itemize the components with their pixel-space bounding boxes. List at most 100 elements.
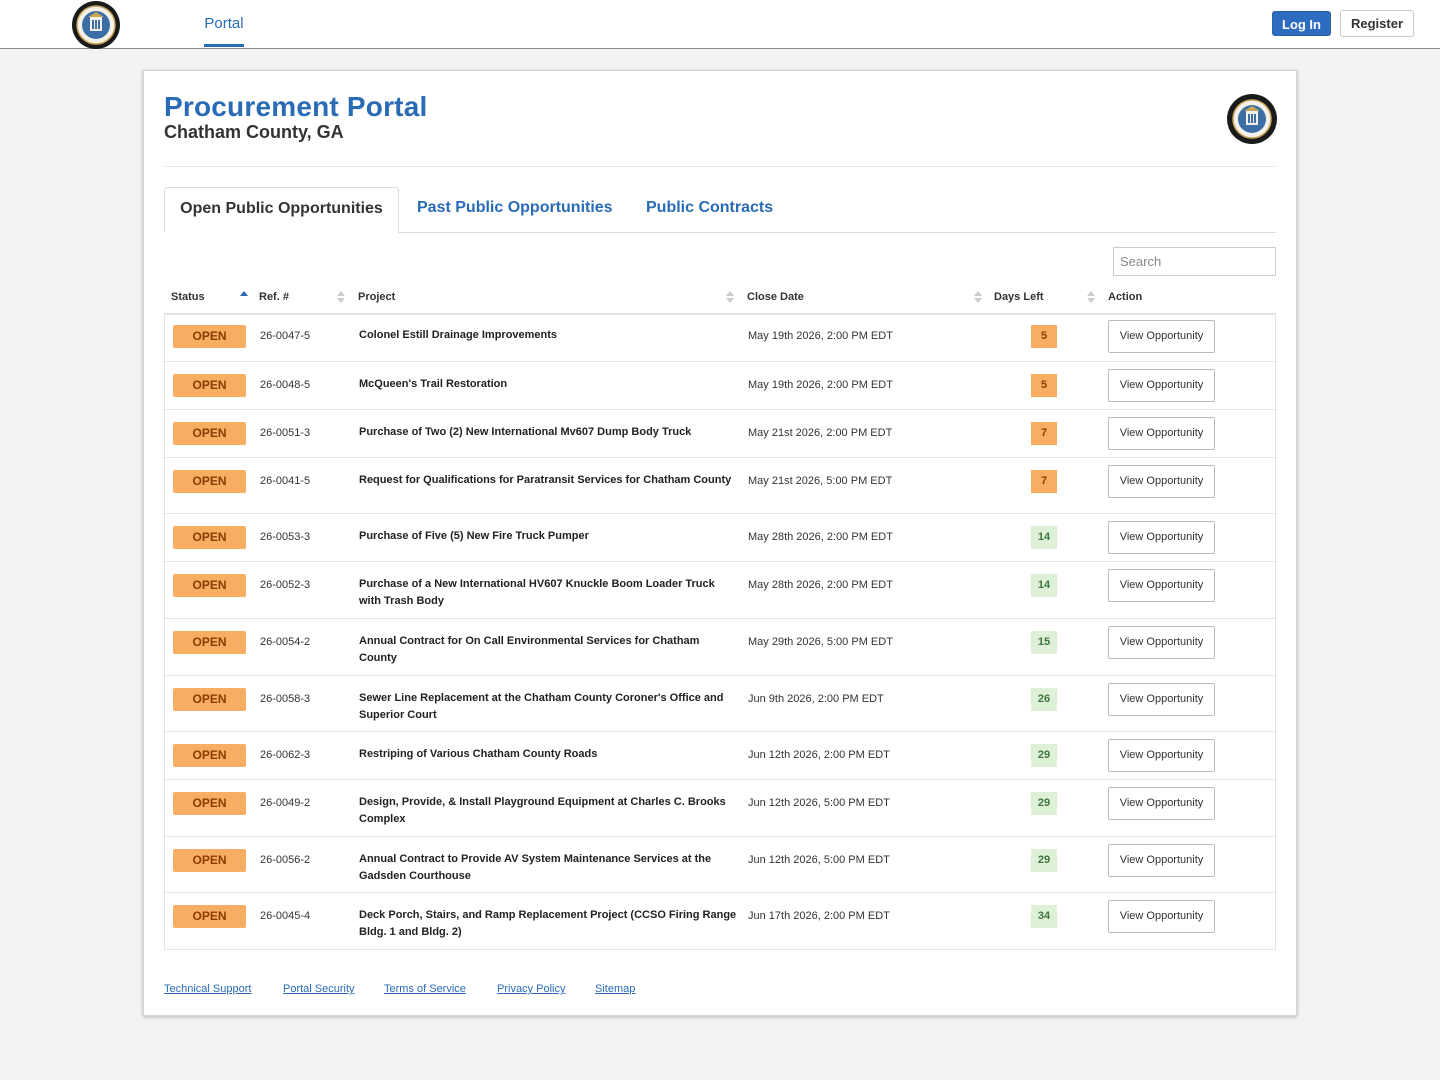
status-badge: OPEN [173, 574, 246, 597]
project-name: Design, Provide, & Install Playground Eq… [359, 796, 726, 825]
table-row: OPEN 26-0062-3 Restriping of Various Chath… [165, 731, 1275, 779]
footer-link-terms-of-service[interactable]: Terms of Service [384, 983, 466, 995]
project-name: Sewer Line Replacement at the Chatham Co… [359, 692, 724, 721]
login-button[interactable]: Log In [1272, 11, 1331, 36]
close-date: Jun 12th 2026, 2:00 PM EDT [748, 749, 890, 761]
column-header-ref[interactable]: Ref. # [259, 281, 289, 313]
sort-arrows-icon[interactable] [974, 291, 982, 303]
column-header-days-left[interactable]: Days Left [994, 281, 1044, 313]
close-date: May 21st 2026, 2:00 PM EDT [748, 427, 893, 439]
table-row: OPEN 26-0052-3 Purchase of a New Internati… [165, 561, 1275, 618]
footer-link-portal-security[interactable]: Portal Security [283, 983, 355, 995]
status-badge: OPEN [173, 526, 246, 549]
status-badge: OPEN [173, 470, 246, 493]
project-name: McQueen's Trail Restoration [359, 378, 508, 390]
project-name: Restriping of Various Chatham County Roa… [359, 748, 598, 760]
table-row: OPEN 26-0058-3 Sewer Line Replacement at t… [165, 675, 1275, 731]
project-name: Colonel Estill Drainage Improvements [359, 329, 558, 341]
page-title: Procurement Portal [164, 91, 428, 122]
table-header: Status Ref. # Project Close Date Days Le… [164, 281, 1276, 315]
close-date: May 21st 2026, 5:00 PM EDT [748, 475, 893, 487]
days-left-badge: 7 [1031, 470, 1057, 493]
project-name: Annual Contract for On Call Environmenta… [359, 635, 700, 664]
close-date: May 28th 2026, 2:00 PM EDT [748, 579, 893, 591]
opportunities-table-body: OPEN 26-0047-5 Colonel Estill Drainage Imp… [164, 313, 1276, 950]
sort-arrows-icon[interactable] [240, 291, 248, 303]
table-row: OPEN 26-0041-5 Request for Qualifications … [165, 457, 1275, 513]
days-left-badge: 5 [1031, 325, 1057, 348]
footer-link-technical-support[interactable]: Technical Support [164, 983, 251, 995]
view-opportunity-button[interactable]: View Opportunity [1108, 787, 1215, 820]
ref-number: 26-0053-3 [260, 531, 311, 543]
close-date: Jun 17th 2026, 2:00 PM EDT [748, 910, 890, 922]
column-header-project[interactable]: Project [358, 281, 395, 313]
ref-number: 26-0052-3 [260, 579, 311, 591]
close-date: Jun 12th 2026, 5:00 PM EDT [748, 854, 890, 866]
column-header-close-date[interactable]: Close Date [747, 281, 804, 313]
view-opportunity-button[interactable]: View Opportunity [1108, 626, 1215, 659]
ref-number: 26-0051-3 [260, 427, 311, 439]
status-badge: OPEN [173, 374, 246, 397]
days-left-badge: 7 [1031, 422, 1057, 445]
view-opportunity-button[interactable]: View Opportunity [1108, 320, 1215, 353]
ref-number: 26-0045-4 [260, 910, 311, 922]
tab-past-opportunities[interactable]: Past Public Opportunities [417, 187, 613, 232]
page-subtitle: Chatham County, GA [164, 122, 344, 142]
footer-link-sitemap[interactable]: Sitemap [595, 983, 635, 995]
table-row: OPEN 26-0048-5 McQueen's Trail Restoration… [165, 361, 1275, 409]
close-date: May 29th 2026, 5:00 PM EDT [748, 636, 893, 648]
table-row: OPEN 26-0045-4 Deck Porch, Stairs, and Ram… [165, 892, 1275, 949]
status-badge: OPEN [173, 744, 246, 767]
search-input[interactable] [1113, 247, 1276, 276]
ref-number: 26-0041-5 [260, 475, 311, 487]
tab-public-contracts[interactable]: Public Contracts [646, 187, 773, 232]
project-name: Request for Qualifications for Paratrans… [359, 474, 732, 486]
table-row: OPEN 26-0051-3 Purchase of Two (2) New Int… [165, 409, 1275, 457]
register-button[interactable]: Register [1340, 10, 1414, 37]
tab-open-opportunities[interactable]: Open Public Opportunities [164, 187, 399, 233]
project-name: Purchase of a New International HV607 Kn… [359, 578, 715, 607]
sort-arrows-icon[interactable] [1087, 291, 1095, 303]
ref-number: 26-0058-3 [260, 693, 311, 705]
ref-number: 26-0048-5 [260, 379, 311, 391]
project-name: Purchase of Two (2) New International Mv… [359, 426, 692, 438]
column-header-action: Action [1108, 291, 1143, 303]
view-opportunity-button[interactable]: View Opportunity [1108, 369, 1215, 402]
nav-tab-portal[interactable]: Portal [204, 0, 244, 48]
close-date: Jun 12th 2026, 5:00 PM EDT [748, 797, 890, 809]
view-opportunity-button[interactable]: View Opportunity [1108, 844, 1215, 877]
days-left-badge: 26 [1031, 688, 1057, 711]
view-opportunity-button[interactable]: View Opportunity [1108, 683, 1215, 716]
table-row: OPEN 26-0054-2 Annual Contract for On Call… [165, 618, 1275, 675]
days-left-badge: 29 [1031, 744, 1057, 767]
county-seal-icon [1227, 94, 1277, 144]
view-opportunity-button[interactable]: View Opportunity [1108, 521, 1215, 554]
ref-number: 26-0054-2 [260, 636, 311, 648]
view-opportunity-button[interactable]: View Opportunity [1108, 417, 1215, 450]
view-opportunity-button[interactable]: View Opportunity [1108, 900, 1215, 933]
days-left-badge: 29 [1031, 849, 1057, 872]
status-badge: OPEN [173, 325, 246, 348]
view-opportunity-button[interactable]: View Opportunity [1108, 569, 1215, 602]
sort-arrows-icon[interactable] [337, 291, 345, 303]
top-navbar: Portal Log In Register [0, 0, 1440, 49]
status-badge: OPEN [173, 792, 246, 815]
status-badge: OPEN [173, 849, 246, 872]
sort-arrows-icon[interactable] [726, 291, 734, 303]
opportunity-tabs: Open Public Opportunities Past Public Op… [164, 187, 1276, 233]
divider [164, 166, 1276, 167]
ref-number: 26-0047-5 [260, 330, 311, 342]
column-header-status[interactable]: Status [171, 281, 205, 313]
close-date: May 19th 2026, 2:00 PM EDT [748, 379, 893, 391]
ref-number: 26-0056-2 [260, 854, 311, 866]
active-tab-indicator [204, 44, 244, 47]
county-seal-icon[interactable] [71, 0, 121, 50]
view-opportunity-button[interactable]: View Opportunity [1108, 465, 1215, 498]
status-badge: OPEN [173, 422, 246, 445]
close-date: May 19th 2026, 2:00 PM EDT [748, 330, 893, 342]
status-badge: OPEN [173, 688, 246, 711]
footer-link-privacy-policy[interactable]: Privacy Policy [497, 983, 565, 995]
days-left-badge: 14 [1031, 526, 1057, 549]
view-opportunity-button[interactable]: View Opportunity [1108, 739, 1215, 772]
days-left-badge: 34 [1031, 905, 1057, 928]
